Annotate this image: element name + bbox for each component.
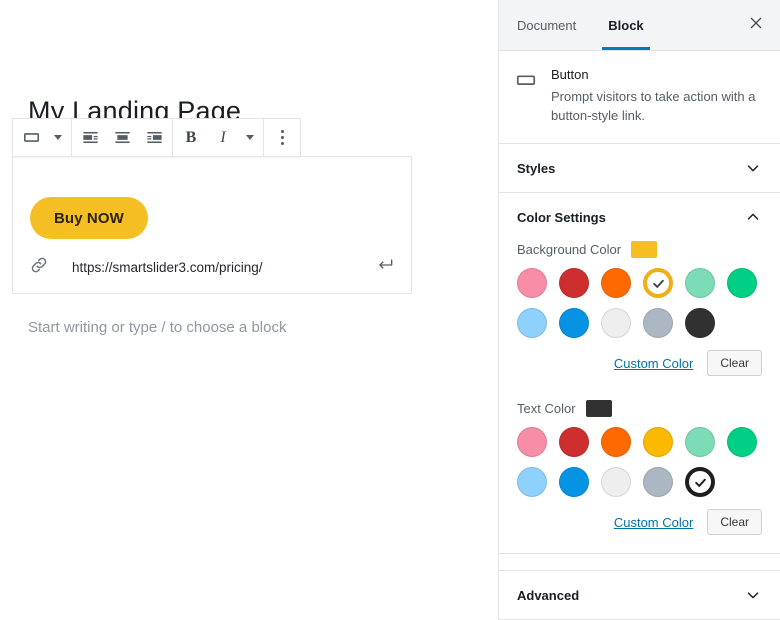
panel-styles: Styles [499,144,780,193]
button-block-selected[interactable]: Buy NOW https://smartslider3.com/pricing… [12,118,412,294]
panel-color-settings: Color Settings Background Color Custom C… [499,193,780,554]
tab-block-label: Block [608,17,644,33]
align-left-icon [81,128,100,147]
background-color-header: Background Color [517,241,762,258]
color-swatch-light-green-cyan[interactable] [685,268,715,298]
align-center-icon [113,128,132,147]
block-toolbar: B I [12,118,301,157]
text-clear-button[interactable]: Clear [707,509,762,535]
panel-styles-header[interactable]: Styles [499,144,780,192]
text-color-header: Text Color [517,400,762,417]
align-right-icon [145,128,164,147]
kebab-menu-icon [280,130,284,145]
block-type-dropdown-button[interactable] [47,119,69,156]
settings-sidebar: Document Block Button Prompt visitors to… [498,0,780,620]
link-input-row: https://smartslider3.com/pricing/ [13,250,411,284]
link-url-input[interactable]: https://smartslider3.com/pricing/ [72,260,375,275]
check-icon [652,279,664,288]
align-left-button[interactable] [74,119,106,156]
gutenberg-editor-screen: My Landing Page B I Buy NOW https://smar… [0,0,780,620]
toolbar-group-alignment [72,119,173,156]
toolbar-group-more [264,119,300,156]
color-swatch-cyan-bluish-gray[interactable] [643,308,673,338]
block-name: Button [551,67,589,82]
color-swatch-very-light-gray[interactable] [601,467,631,497]
background-color-palette [517,268,762,338]
panel-advanced: Advanced [499,570,780,620]
panel-advanced-header[interactable]: Advanced [499,571,780,619]
background-color-label: Background Color [517,242,622,257]
background-custom-color-link[interactable]: Custom Color [614,356,693,371]
panel-styles-label: Styles [517,160,556,176]
link-submit-button[interactable] [375,255,397,280]
block-description: Prompt visitors to take action with a bu… [551,89,756,123]
color-swatch-vivid-cyan-blue[interactable] [559,467,589,497]
background-clear-button[interactable]: Clear [707,350,762,376]
more-rich-text-controls-button[interactable] [239,119,261,156]
color-swatch-pale-cyan-blue[interactable] [517,467,547,497]
button-block-icon [22,128,41,147]
background-color-actions: Custom Color Clear [517,350,762,376]
color-swatch-luminous-orange[interactable] [601,268,631,298]
color-swatch-luminous-amber[interactable] [643,427,673,457]
text-color-current-swatch [585,400,612,417]
chevron-down-icon [744,586,762,604]
close-icon [748,15,764,36]
button-block-icon [515,67,537,125]
bold-label: B [185,128,197,146]
chevron-down-icon [54,135,62,140]
color-swatch-vivid-red[interactable] [559,427,589,457]
color-swatch-vivid-green-cyan[interactable] [727,268,757,298]
block-info-card: Button Prompt visitors to take action wi… [499,51,780,144]
panel-color-settings-header[interactable]: Color Settings [499,193,780,241]
close-sidebar-button[interactable] [732,0,780,50]
color-swatch-vivid-red[interactable] [559,268,589,298]
text-color-label: Text Color [517,401,576,416]
check-icon [694,478,706,487]
color-swatch-pale-pink[interactable] [517,427,547,457]
color-swatch-light-green-cyan[interactable] [685,427,715,457]
bold-button[interactable]: B [175,119,207,156]
buy-now-button[interactable]: Buy NOW [30,197,148,239]
toolbar-group-formatting: B I [173,119,264,156]
tab-document-label: Document [517,17,577,33]
background-color-current-swatch [631,241,658,258]
panel-color-settings-body: Background Color Custom Color Clear Text… [499,241,780,553]
italic-label: I [220,128,226,146]
chevron-up-icon [744,208,762,226]
color-swatch-luminous-orange[interactable] [601,427,631,457]
align-right-button[interactable] [138,119,170,156]
text-color-palette [517,427,762,497]
block-more-options-button[interactable] [266,119,298,156]
sidebar-tabs: Document Block [499,0,780,51]
italic-button[interactable]: I [207,119,239,156]
panel-advanced-label: Advanced [517,587,580,603]
color-swatch-vivid-green-cyan[interactable] [727,427,757,457]
color-swatch-very-dark-gray[interactable] [685,467,715,497]
tab-block[interactable]: Block [592,0,659,50]
link-icon [29,255,51,280]
align-center-button[interactable] [106,119,138,156]
tab-document[interactable]: Document [501,0,592,50]
color-swatch-luminous-amber[interactable] [643,268,673,298]
color-swatch-vivid-cyan-blue[interactable] [559,308,589,338]
panel-color-settings-label: Color Settings [517,209,606,225]
editor-canvas: My Landing Page B I Buy NOW https://smar… [0,0,498,620]
chevron-down-icon [744,159,762,177]
color-swatch-very-dark-gray[interactable] [685,308,715,338]
color-swatch-pale-cyan-blue[interactable] [517,308,547,338]
text-color-actions: Custom Color Clear [517,509,762,535]
toolbar-group-block-type [13,119,72,156]
chevron-down-icon [246,135,254,140]
color-swatch-pale-pink[interactable] [517,268,547,298]
color-swatch-very-light-gray[interactable] [601,308,631,338]
paragraph-placeholder[interactable]: Start writing or type / to choose a bloc… [28,313,293,343]
color-swatch-cyan-bluish-gray[interactable] [643,467,673,497]
text-custom-color-link[interactable]: Custom Color [614,515,693,530]
block-type-switcher-button[interactable] [15,119,47,156]
